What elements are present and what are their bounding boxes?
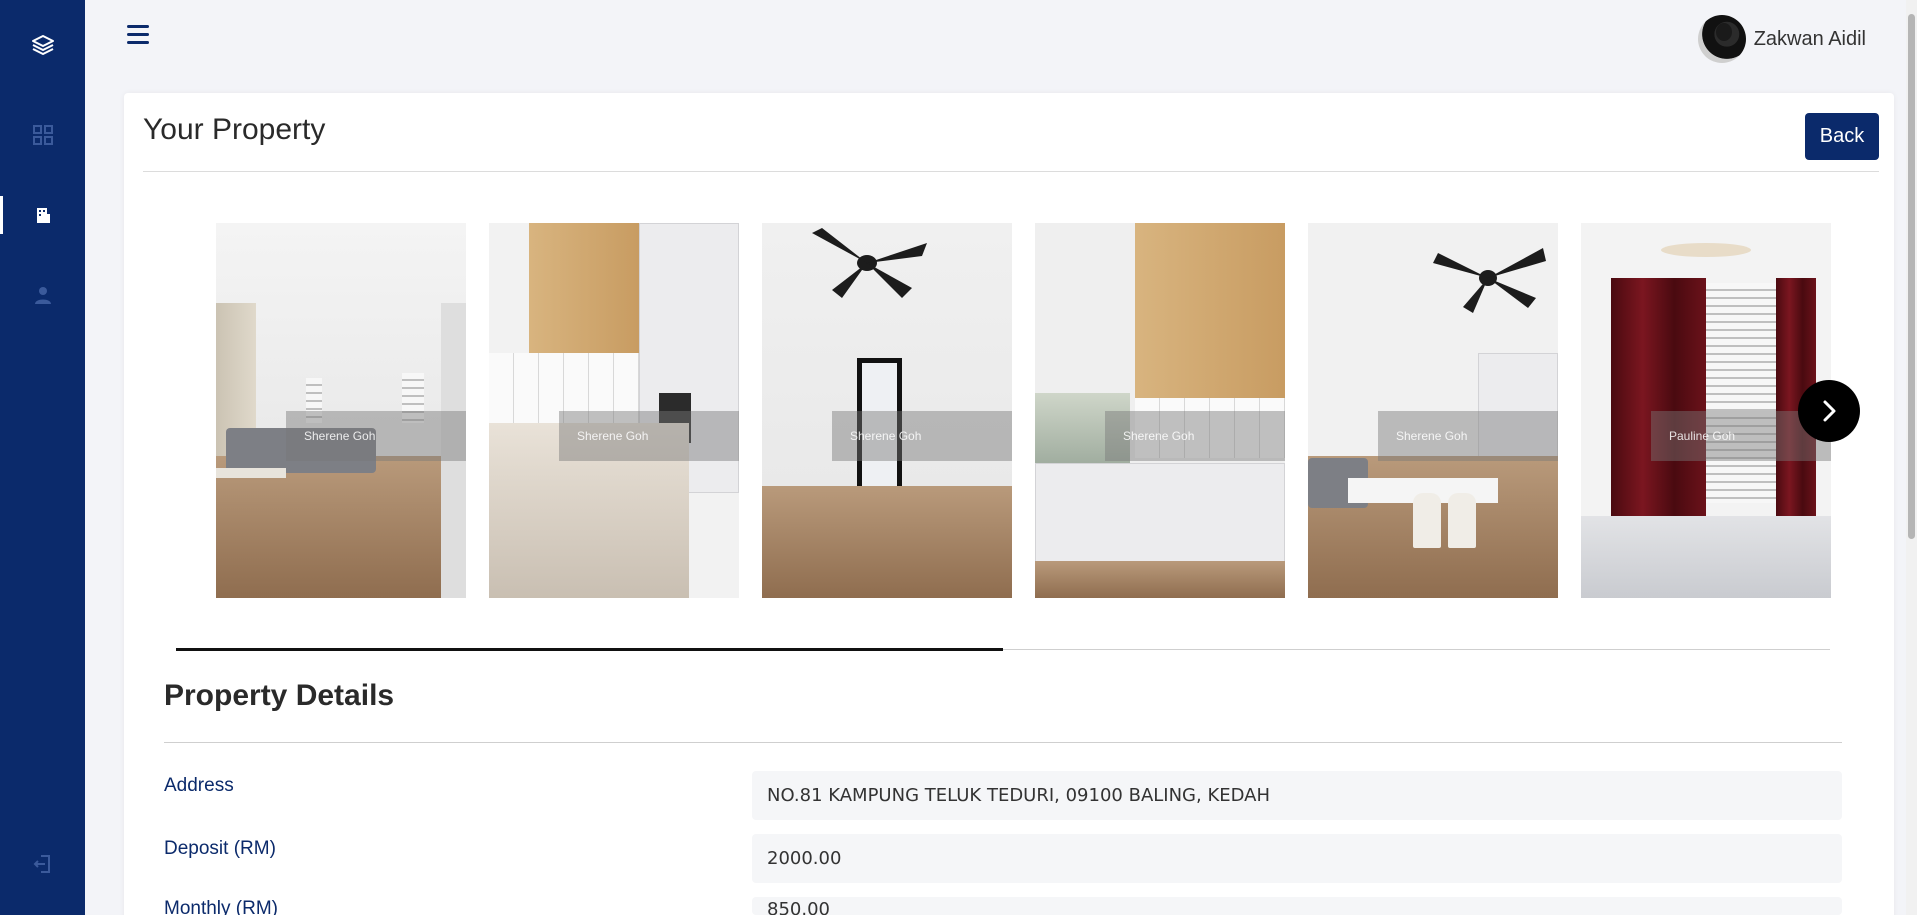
layers-icon[interactable] — [0, 25, 85, 65]
carousel-progress-fill — [176, 648, 1003, 651]
deposit-value: 2000.00 — [752, 834, 1842, 883]
back-button[interactable]: Back — [1805, 113, 1879, 160]
address-label: Address — [164, 775, 234, 796]
address-value: NO.81 KAMPUNG TELUK TEDURI, 09100 BALING… — [752, 771, 1842, 820]
monthly-label: Monthly (RM) — [164, 898, 279, 915]
monthly-value: 850.00 — [752, 897, 1842, 915]
photo-watermark: Sherene Goh — [1378, 411, 1558, 461]
title-divider — [143, 171, 1879, 172]
logout-icon[interactable] — [0, 844, 85, 884]
user-menu[interactable]: Zakwan Aidil — [1697, 15, 1866, 63]
property-photo[interactable]: Sherene Goh — [216, 223, 466, 598]
topbar: Zakwan Aidil — [85, 0, 1906, 80]
property-photo[interactable]: Sherene Goh — [1308, 223, 1558, 598]
details-title: Property Details — [164, 679, 395, 712]
page-title: Your Property — [143, 113, 326, 146]
property-photo[interactable]: Sherene Goh — [1035, 223, 1285, 598]
property-photo[interactable]: Sherene Goh — [489, 223, 739, 598]
grid-icon[interactable] — [0, 115, 85, 155]
chevron-right-icon — [1823, 400, 1836, 422]
photo-carousel[interactable]: Sherene Goh Sherene Goh Sherene Goh Sher… — [216, 223, 1840, 599]
sidebar — [0, 0, 85, 915]
hamburger-icon[interactable] — [127, 25, 153, 49]
deposit-label: Deposit (RM) — [164, 838, 276, 859]
photo-watermark: Sherene Goh — [1105, 411, 1285, 461]
property-photo[interactable]: Pauline Goh — [1581, 223, 1831, 598]
details-divider — [164, 742, 1842, 743]
photo-watermark: Sherene Goh — [832, 411, 1012, 461]
user-icon[interactable] — [0, 275, 85, 315]
scrollbar[interactable] — [1906, 0, 1917, 915]
scrollbar-thumb[interactable] — [1908, 14, 1915, 539]
carousel-next-button[interactable] — [1798, 380, 1860, 442]
avatar — [1697, 15, 1746, 63]
property-photo[interactable]: Sherene Goh — [762, 223, 1012, 598]
photo-watermark: Sherene Goh — [286, 411, 466, 461]
photo-watermark: Sherene Goh — [559, 411, 739, 461]
user-name: Zakwan Aidil — [1753, 27, 1866, 50]
building-icon[interactable] — [0, 195, 85, 235]
